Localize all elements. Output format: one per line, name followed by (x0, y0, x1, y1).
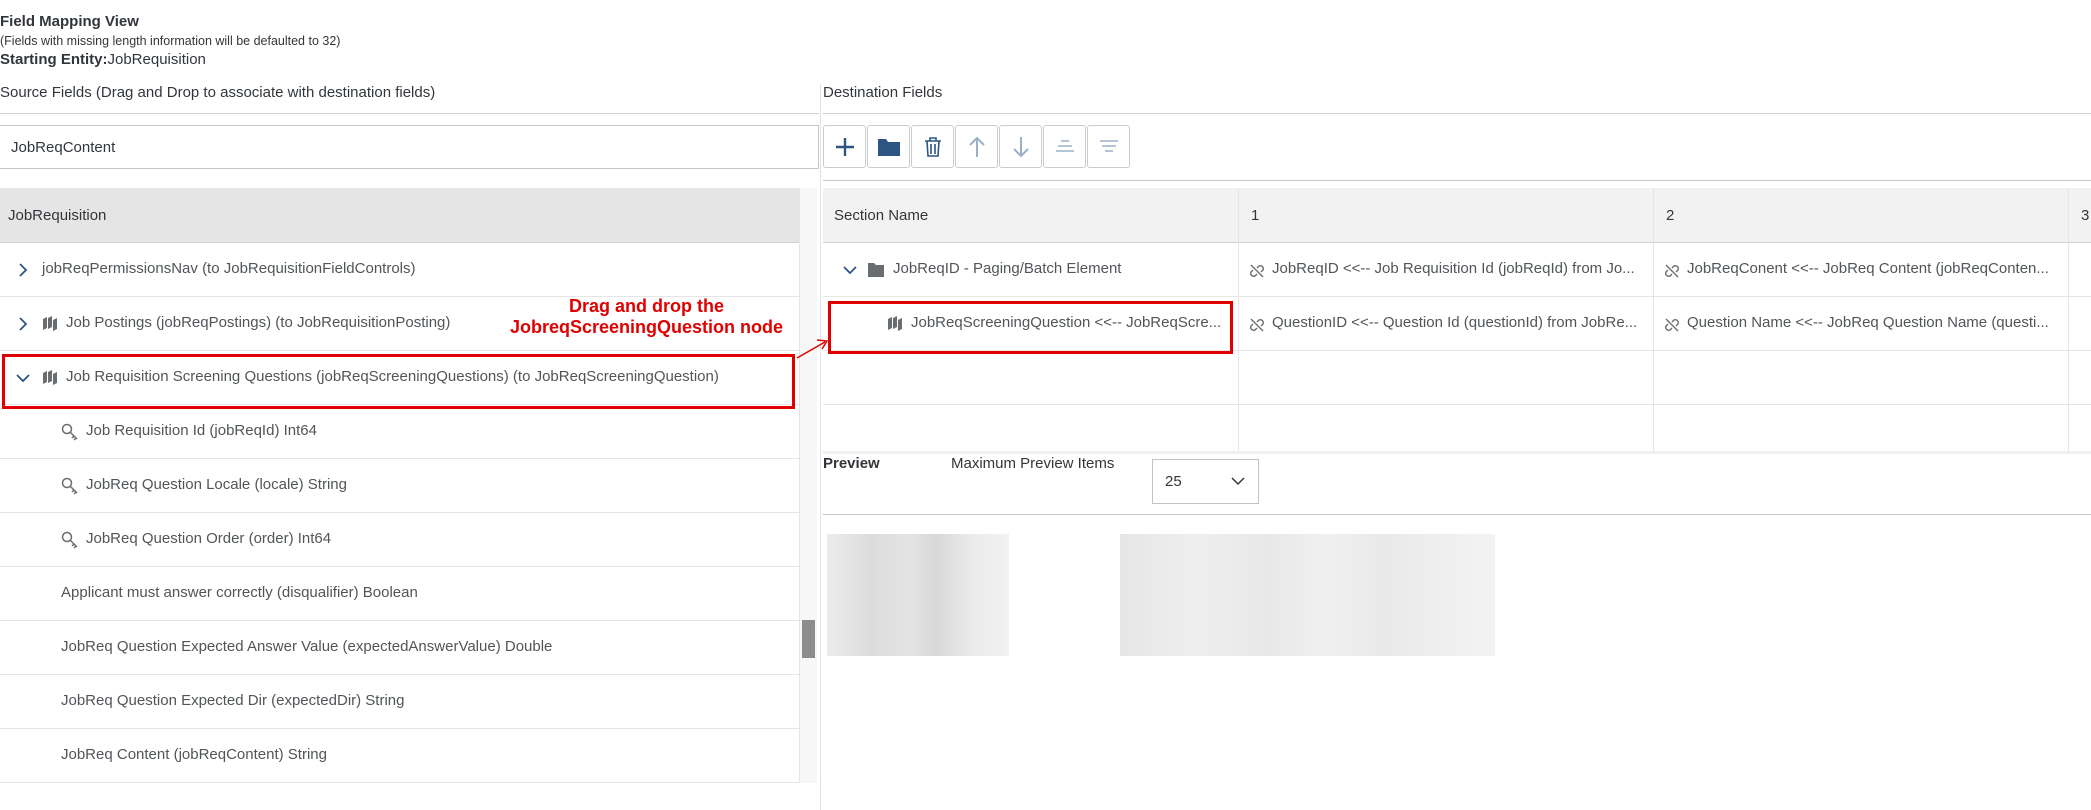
page-title: Field Mapping View (0, 13, 139, 30)
annotation-text: Drag and drop the JobreqScreeningQuestio… (484, 296, 809, 338)
starting-entity-label: Starting Entity: (0, 51, 108, 68)
destination-row[interactable] (823, 351, 2091, 405)
mapping-cell: Question Name <<-- JobReq Question Name … (1687, 314, 2049, 331)
tree-row-label: jobReqPermissionsNav (to JobRequisitionF… (42, 260, 416, 277)
tree-row-label: JobReq Content (jobReqContent) String (61, 746, 327, 763)
key-icon (61, 531, 78, 549)
annotation-line-1: Drag and drop the (568, 296, 724, 316)
tree-row-label: JobReq Question Order (order) Int64 (86, 530, 332, 547)
tree-row[interactable]: JobReq Question Expected Answer Value (e… (0, 621, 799, 675)
section-name-cell: JobReqID - Paging/Batch Element (893, 260, 1122, 277)
divider (0, 113, 819, 114)
add-icon (835, 137, 854, 156)
tree-row[interactable]: Job Requisition Id (jobReqId) Int64 (0, 405, 799, 459)
expand-all-button[interactable] (1087, 125, 1130, 168)
column-separator[interactable] (2068, 188, 2069, 451)
highlight-destination-node (828, 301, 1233, 354)
length-default-note: (Fields with missing length information … (0, 34, 341, 48)
tree-row-label: Job Requisition Id (jobReqId) Int64 (86, 422, 317, 439)
tree-row[interactable]: jobReqPermissionsNav (to JobRequisitionF… (0, 243, 799, 297)
max-preview-items-select[interactable]: 25 (1152, 459, 1259, 504)
key-icon (61, 477, 78, 495)
source-search-input[interactable] (0, 125, 819, 169)
mapping-link-icon (1250, 264, 1264, 278)
mapping-cell: QuestionID <<-- Question Id (questionId)… (1272, 314, 1638, 331)
destination-row[interactable] (823, 405, 2091, 451)
source-fields-title: Source Fields (Drag and Drop to associat… (0, 84, 436, 101)
max-preview-items-value: 25 (1165, 473, 1182, 490)
entity-icon (43, 316, 57, 331)
chevron-down-icon (1231, 477, 1245, 486)
destination-row[interactable]: JobReqID - Paging/Batch Element JobReqID… (823, 243, 2091, 297)
divider (823, 180, 2091, 181)
chevron-down-icon[interactable] (842, 265, 858, 275)
tree-row-label: Job Postings (jobReqPostings) (to JobReq… (66, 314, 451, 331)
blurred-preview-block (827, 534, 1009, 656)
preview-splitter[interactable] (823, 451, 2091, 454)
annotation-arrow (796, 339, 829, 359)
annotation-line-2: JobreqScreeningQuestion node (509, 317, 784, 337)
tree-row-label: JobReq Question Expected Answer Value (e… (61, 638, 553, 655)
preview-label: Preview (823, 455, 880, 472)
chevron-right-icon[interactable] (18, 262, 28, 278)
starting-entity: Starting Entity:JobRequisition (0, 51, 206, 68)
pane-splitter[interactable] (820, 84, 821, 810)
delete-icon (924, 136, 941, 157)
move-up-button[interactable] (955, 125, 998, 168)
starting-entity-value: JobRequisition (107, 51, 206, 68)
arrow-up-icon (968, 136, 985, 157)
tree-row[interactable]: JobReq Content (jobReqContent) String (0, 729, 799, 783)
collapse-icon (1055, 139, 1074, 152)
mapping-cell: JobReqConent <<-- JobReq Content (jobReq… (1687, 260, 2049, 277)
mapping-link-icon (1665, 264, 1679, 278)
tree-row[interactable]: JobReq Question Expected Dir (expectedDi… (0, 675, 799, 729)
add-folder-button[interactable] (867, 125, 910, 168)
collapse-all-button[interactable] (1043, 125, 1086, 168)
column-header-section-name: Section Name (834, 207, 929, 224)
divider (823, 514, 2091, 515)
delete-button[interactable] (911, 125, 954, 168)
arrow-down-icon (1012, 136, 1029, 157)
source-scrollbar-thumb[interactable] (802, 620, 815, 658)
mapping-link-icon (1665, 318, 1679, 332)
destination-fields-title: Destination Fields (823, 84, 943, 101)
source-root-label: JobRequisition (8, 207, 107, 224)
move-down-button[interactable] (999, 125, 1042, 168)
mapping-link-icon (1250, 318, 1264, 332)
chevron-right-icon[interactable] (18, 316, 28, 332)
expand-icon (1099, 139, 1118, 152)
divider (823, 113, 2091, 114)
source-tree-header: JobRequisition (0, 188, 799, 243)
destination-grid-header: Section Name 1 2 3 (823, 188, 2091, 243)
tree-row[interactable]: JobReq Question Locale (locale) String (0, 459, 799, 513)
add-button[interactable] (823, 125, 866, 168)
column-header-3: 3 (2081, 207, 2090, 224)
key-icon (61, 423, 78, 441)
mapping-cell: JobReqID <<-- Job Requisition Id (jobReq… (1272, 260, 1635, 277)
highlight-source-node (2, 354, 795, 409)
max-preview-items-label: Maximum Preview Items (951, 455, 1115, 472)
tree-row-label: JobReq Question Locale (locale) String (86, 476, 347, 493)
tree-row[interactable]: JobReq Question Order (order) Int64 (0, 513, 799, 567)
column-header-1: 1 (1251, 207, 1260, 224)
column-separator[interactable] (1238, 188, 1239, 451)
column-header-2: 2 (1666, 207, 1675, 224)
tree-row[interactable]: Applicant must answer correctly (disqual… (0, 567, 799, 621)
folder-icon (868, 263, 884, 277)
folder-icon (877, 138, 900, 156)
tree-row-label: Applicant must answer correctly (disqual… (61, 584, 418, 601)
blurred-preview-block (1120, 534, 1495, 656)
tree-row-label: JobReq Question Expected Dir (expectedDi… (61, 692, 405, 709)
column-separator[interactable] (1653, 188, 1654, 451)
source-scrollbar[interactable] (799, 188, 817, 783)
